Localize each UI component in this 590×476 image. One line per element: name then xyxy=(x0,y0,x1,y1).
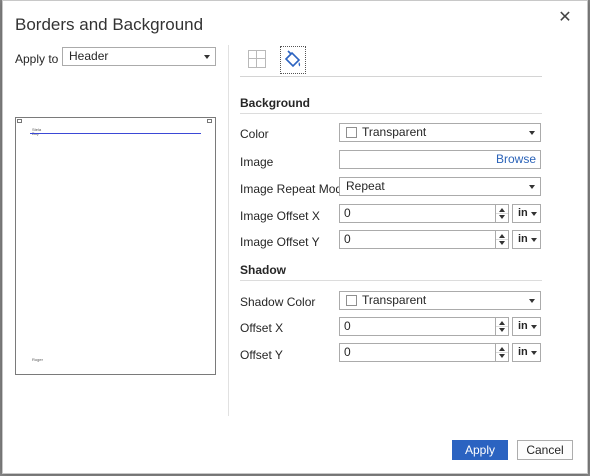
image-repeat-select[interactable]: Repeat xyxy=(339,177,541,196)
background-color-value: Transparent xyxy=(362,125,427,139)
apply-to-select[interactable]: Header xyxy=(62,47,216,66)
tab-background[interactable] xyxy=(280,46,306,74)
shadow-offset-x-unit: in xyxy=(518,320,528,332)
chevron-down-icon xyxy=(531,351,537,355)
image-offset-y-value: 0 xyxy=(344,232,351,246)
apply-to-label: Apply to xyxy=(15,52,59,66)
chevron-down-icon xyxy=(531,212,537,216)
tab-borders[interactable] xyxy=(248,50,266,68)
background-divider xyxy=(240,113,542,114)
spin-up-icon[interactable] xyxy=(499,321,505,325)
shadow-offset-x-stepper[interactable] xyxy=(496,317,509,336)
background-color-select[interactable]: Transparent xyxy=(339,123,541,142)
shadow-offset-y-value: 0 xyxy=(344,345,351,359)
header-corner-left-icon xyxy=(17,119,22,123)
shadow-offset-x-input[interactable]: 0 xyxy=(339,317,496,336)
shadow-offset-y-stepper[interactable] xyxy=(496,343,509,362)
image-offset-x-unit: in xyxy=(518,207,528,219)
image-repeat-label: Image Repeat Mode xyxy=(240,182,349,196)
shadow-offset-y-unit-select[interactable]: in xyxy=(512,343,541,362)
background-heading: Background xyxy=(240,96,311,110)
color-swatch xyxy=(346,295,357,306)
shadow-offset-x-value: 0 xyxy=(344,319,351,333)
chevron-down-icon xyxy=(531,325,537,329)
shadow-divider xyxy=(240,280,542,281)
spin-down-icon[interactable] xyxy=(499,328,505,332)
image-field[interactable]: Browse xyxy=(339,150,541,169)
image-label: Image xyxy=(240,155,274,169)
color-swatch xyxy=(346,127,357,138)
apply-button[interactable]: Apply xyxy=(452,440,508,460)
header-corner-right-icon xyxy=(207,119,212,123)
image-offset-x-stepper[interactable] xyxy=(496,204,509,223)
shadow-offset-y-input[interactable]: 0 xyxy=(339,343,496,362)
image-offset-y-input[interactable]: 0 xyxy=(339,230,496,249)
image-offset-x-unit-select[interactable]: in xyxy=(512,204,541,223)
chevron-down-icon xyxy=(204,55,210,59)
chevron-down-icon xyxy=(529,185,535,189)
image-offset-y-stepper[interactable] xyxy=(496,230,509,249)
cancel-button[interactable]: Cancel xyxy=(517,440,573,460)
shadow-offset-x-unit-select[interactable]: in xyxy=(512,317,541,336)
image-offset-y-unit: in xyxy=(518,233,528,245)
shadow-offset-x-label: Offset X xyxy=(240,321,284,335)
apply-to-value: Header xyxy=(69,49,109,63)
image-offset-x-label: Image Offset X xyxy=(240,209,320,223)
image-offset-y-label: Image Offset Y xyxy=(240,235,320,249)
shadow-color-value: Transparent xyxy=(362,293,427,307)
page-preview: Stela Buy Roger xyxy=(15,117,216,375)
shadow-color-label: Shadow Color xyxy=(240,295,316,309)
borders-background-dialog: Borders and Background ✕ Apply to Header… xyxy=(2,0,588,474)
column-divider xyxy=(228,45,229,416)
color-label: Color xyxy=(240,127,269,141)
spin-down-icon[interactable] xyxy=(499,354,505,358)
preview-footer-text: Roger xyxy=(32,357,43,362)
spin-up-icon[interactable] xyxy=(499,347,505,351)
image-repeat-value: Repeat xyxy=(346,179,385,193)
spin-up-icon[interactable] xyxy=(499,234,505,238)
shadow-color-select[interactable]: Transparent xyxy=(339,291,541,310)
chevron-down-icon xyxy=(529,131,535,135)
dialog-title: Borders and Background xyxy=(15,15,204,34)
spin-down-icon[interactable] xyxy=(499,241,505,245)
shadow-heading: Shadow xyxy=(240,263,287,277)
spin-down-icon[interactable] xyxy=(499,215,505,219)
preview-header-line xyxy=(30,133,201,134)
browse-link[interactable]: Browse xyxy=(496,151,536,168)
image-offset-x-value: 0 xyxy=(344,206,351,220)
close-icon[interactable]: ✕ xyxy=(557,10,573,26)
shadow-offset-y-unit: in xyxy=(518,346,528,358)
chevron-down-icon xyxy=(531,238,537,242)
image-offset-y-unit-select[interactable]: in xyxy=(512,230,541,249)
image-offset-x-input[interactable]: 0 xyxy=(339,204,496,223)
paint-bucket-icon xyxy=(284,50,301,68)
preview-header-text: Stela Buy xyxy=(32,127,42,136)
spin-up-icon[interactable] xyxy=(499,208,505,212)
shadow-offset-y-label: Offset Y xyxy=(240,348,283,362)
chevron-down-icon xyxy=(529,299,535,303)
tabs-underline xyxy=(240,76,542,77)
